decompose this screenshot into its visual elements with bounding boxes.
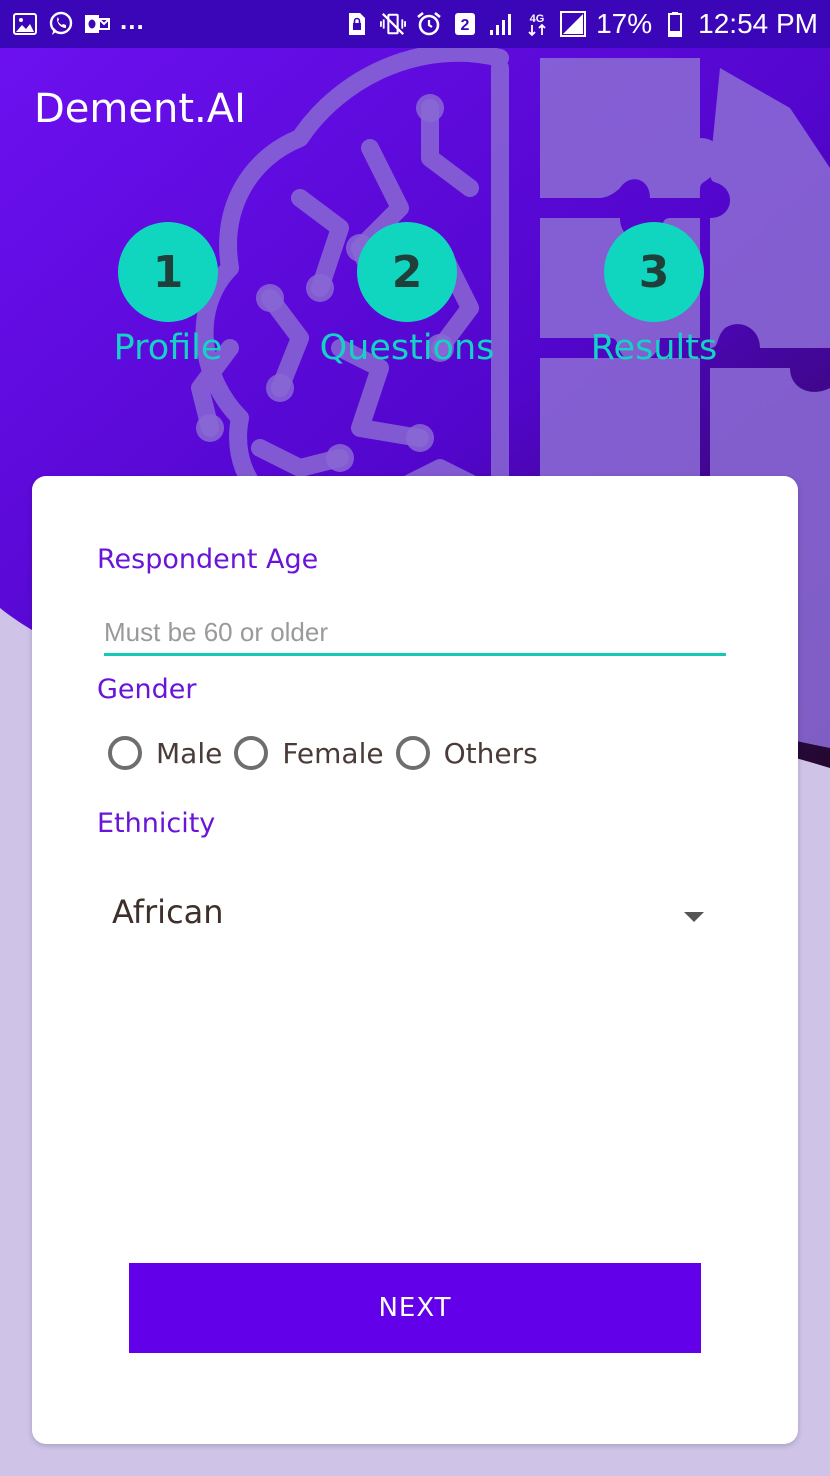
gallery-icon	[12, 11, 38, 37]
step-label: Profile	[113, 328, 223, 368]
gender-option-others[interactable]: Others	[395, 736, 538, 770]
step-label: Results	[590, 328, 718, 368]
step-number-circle: 2	[357, 222, 457, 322]
respondent-age-label: Respondent Age	[97, 544, 319, 575]
step-profile[interactable]: 1 Profile	[48, 222, 288, 368]
profile-form-card: Respondent Age Gender Male Female Others…	[32, 476, 798, 1444]
mobile-data-icon: 4G	[524, 11, 550, 37]
step-number-circle: 3	[604, 222, 704, 322]
gender-label: Gender	[97, 674, 197, 705]
battery-percent: 17%	[596, 8, 653, 39]
ethnicity-selected-value: African	[112, 893, 224, 931]
app-title: Dement.AI	[34, 86, 246, 132]
outlook-icon	[84, 11, 110, 37]
radio-label: Female	[282, 736, 384, 770]
no-signal-icon	[560, 11, 587, 37]
svg-text:2: 2	[461, 17, 470, 34]
gender-option-female[interactable]: Female	[234, 736, 384, 770]
sim-lock-icon	[344, 11, 370, 37]
status-bar-left: ...	[12, 7, 145, 37]
radio-button[interactable]	[234, 736, 269, 770]
respondent-age-input[interactable]	[104, 614, 726, 656]
ethnicity-label: Ethnicity	[97, 808, 216, 839]
battery-icon	[662, 11, 688, 37]
whatsapp-icon	[48, 11, 74, 37]
chevron-down-icon[interactable]	[684, 912, 704, 922]
progress-stepper: 1 Profile 2 Questions 3 Results	[0, 222, 830, 382]
gender-option-male[interactable]: Male	[108, 736, 222, 770]
step-number-circle: 1	[118, 222, 218, 322]
signal-icon	[488, 11, 514, 37]
step-label: Questions	[319, 328, 495, 368]
step-questions[interactable]: 2 Questions	[287, 222, 527, 368]
ethnicity-dropdown[interactable]: African	[112, 884, 706, 940]
status-bar-right: 2 4G 17% 12:54 PM	[344, 10, 818, 38]
radio-label: Male	[156, 736, 223, 770]
radio-button[interactable]	[395, 736, 430, 770]
more-notifications: ...	[120, 5, 145, 35]
status-bar: ... 2 4G 17% 12:54 PM	[0, 0, 830, 48]
svg-text:4G: 4G	[530, 13, 545, 25]
radio-label: Others	[443, 736, 538, 770]
step-results[interactable]: 3 Results	[534, 222, 774, 368]
gender-radio-group: Male Female Others	[108, 736, 550, 770]
vibrate-mute-icon	[380, 11, 407, 37]
radio-button[interactable]	[108, 736, 142, 770]
alarm-icon	[416, 11, 442, 37]
next-button[interactable]: NEXT	[129, 1263, 701, 1353]
status-time: 12:54 PM	[698, 8, 818, 39]
sim-two-icon: 2	[452, 11, 478, 37]
